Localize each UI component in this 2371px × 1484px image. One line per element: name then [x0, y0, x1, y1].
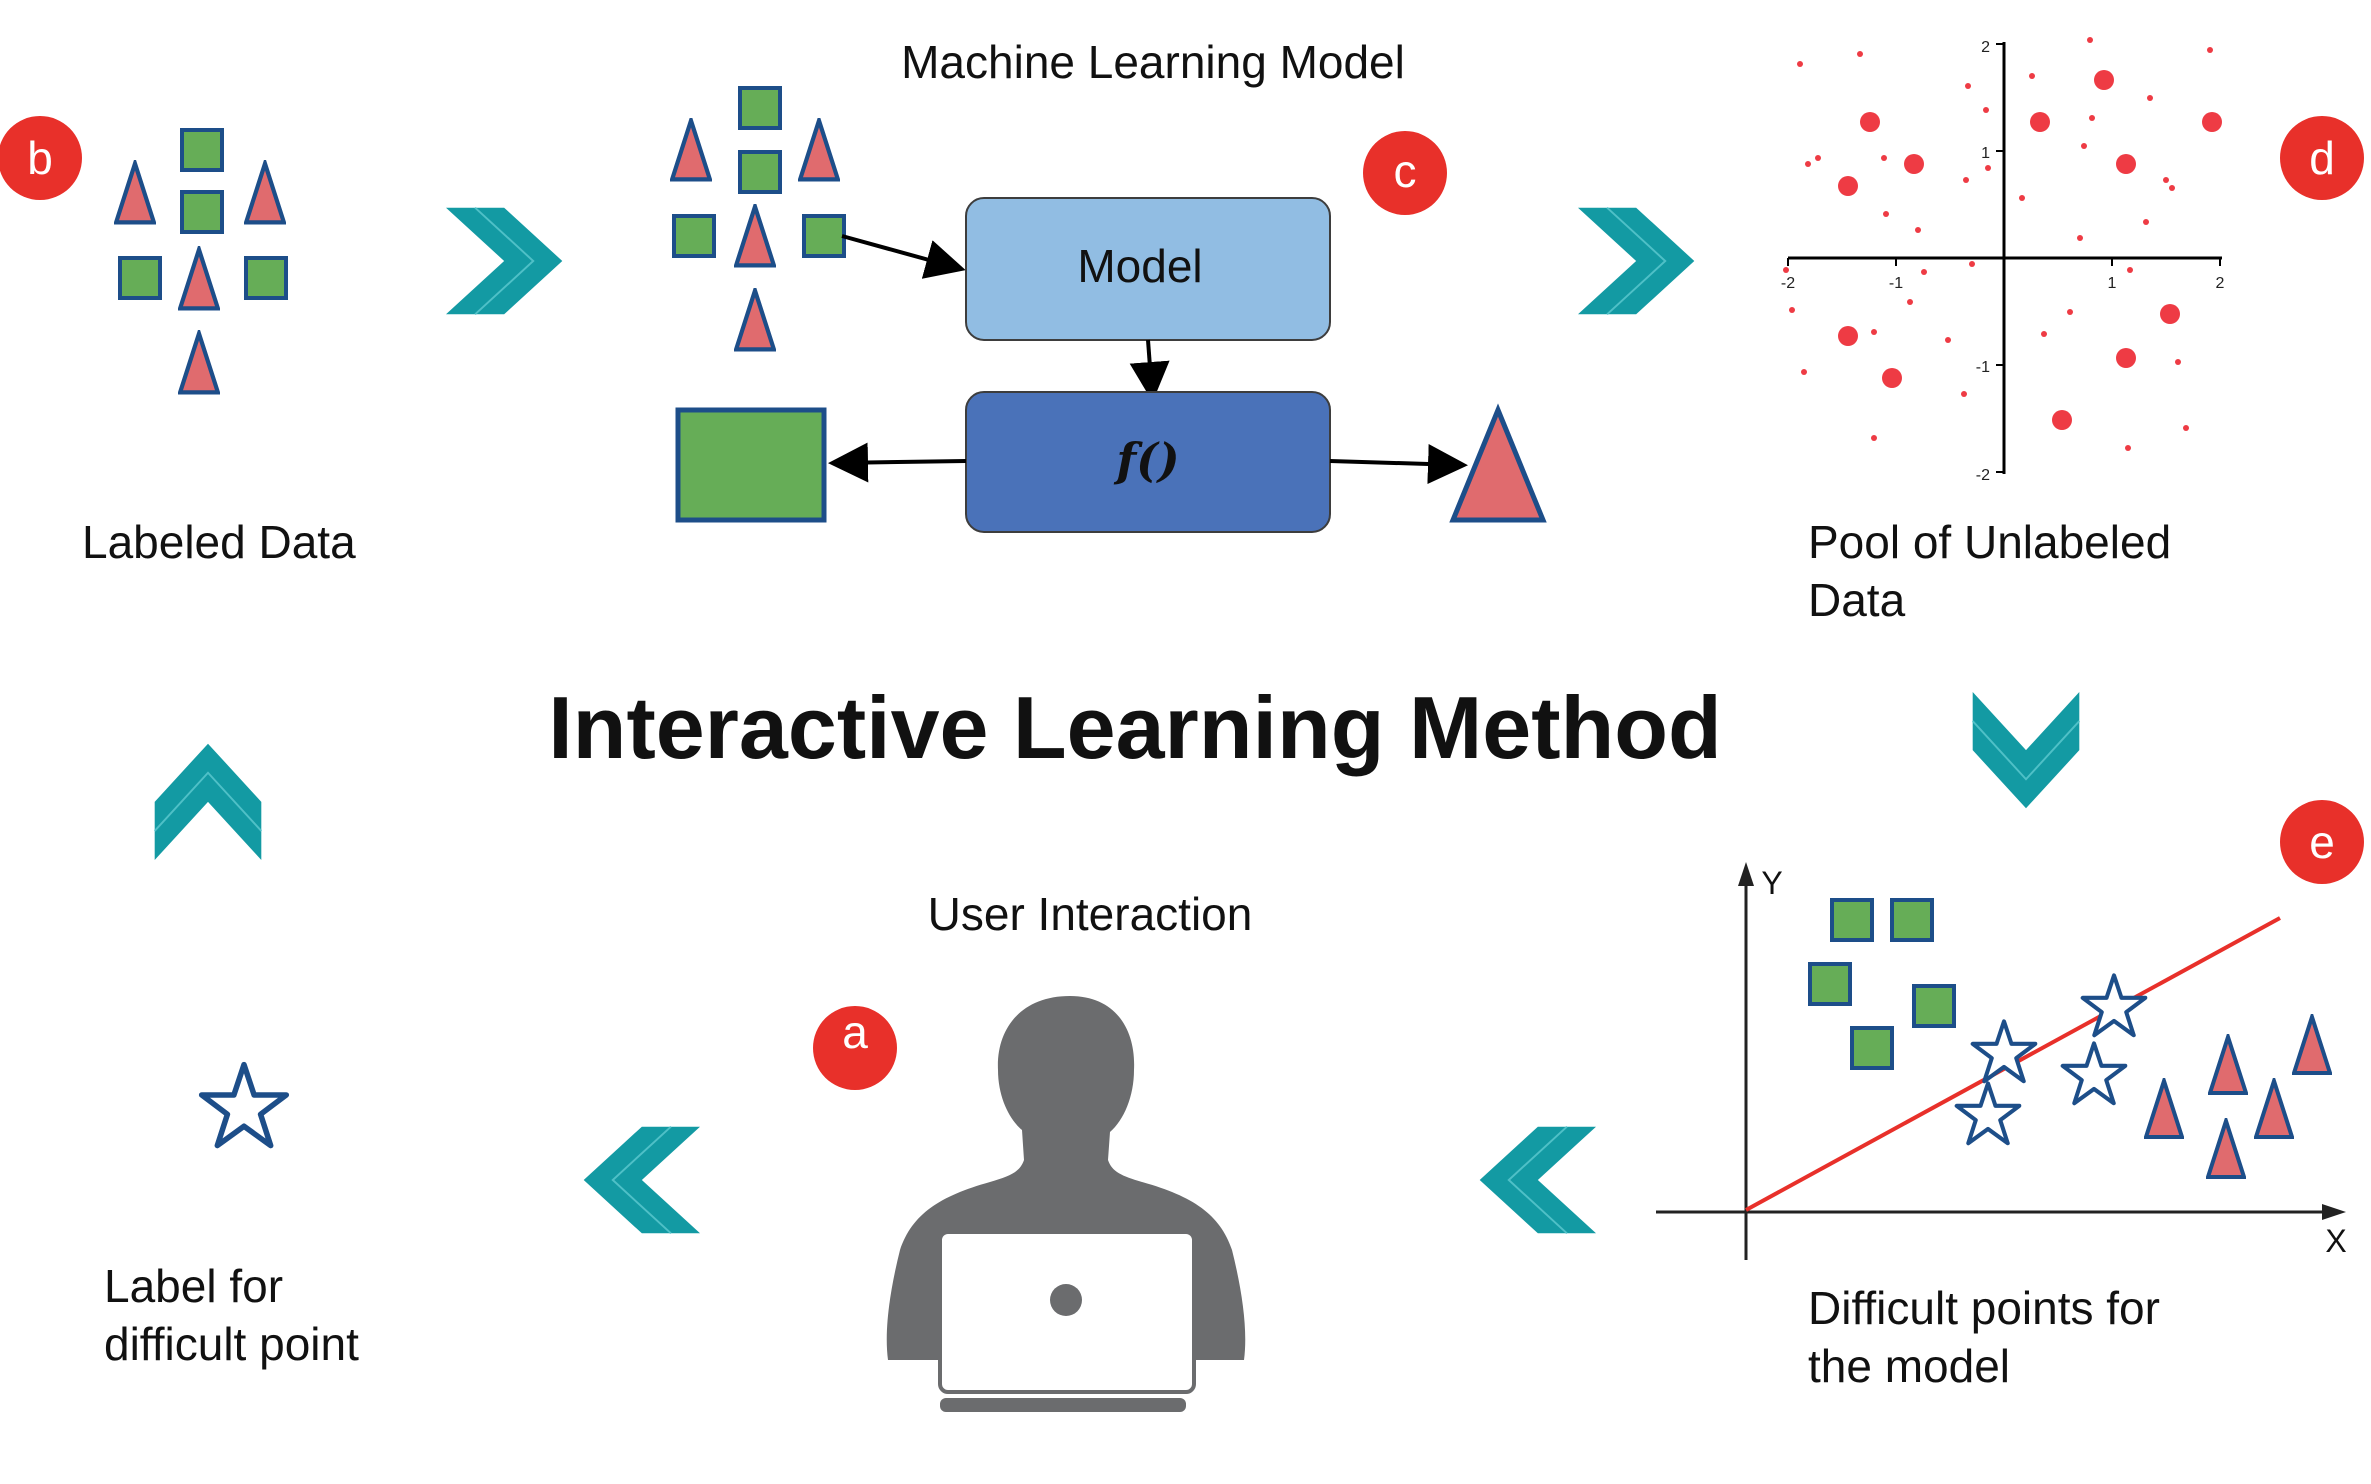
arrow-chevron-right-2 — [1578, 206, 1696, 316]
arrow-chevron-left-1 — [1478, 1125, 1596, 1235]
label-difficult-panel: Label for difficult point — [104, 1065, 359, 1370]
function-box: f() — [965, 391, 1331, 533]
class-squares — [1808, 898, 1956, 1070]
page-title: Interactive Learning Method — [548, 678, 1722, 777]
arrow-chevron-right-1 — [446, 206, 564, 316]
difficult-points-panel: e Y X Difficult points for the model — [1656, 800, 2364, 1392]
badge-e: e — [2280, 800, 2364, 884]
badge-a: a — [813, 1006, 897, 1090]
difficult-points-label-line1: Difficult points for — [1808, 1282, 2160, 1334]
svg-text:c: c — [1394, 145, 1417, 197]
label-difficult-line2: difficult point — [104, 1318, 359, 1370]
label-difficult-line1: Label for — [104, 1260, 283, 1312]
arrow-chevron-left-2 — [582, 1125, 700, 1235]
svg-text:b: b — [27, 132, 53, 184]
person-with-laptop-icon — [886, 996, 1246, 1412]
y-tick-neg1: -1 — [1976, 359, 1990, 376]
x-tick-2: 2 — [2216, 275, 2225, 292]
arrow-chevron-down — [1971, 692, 2081, 810]
class-triangles — [2146, 1017, 2330, 1177]
difficult-stars — [1957, 975, 2146, 1143]
svg-text:a: a — [842, 1006, 868, 1058]
model-panel: Machine Learning Model c Model f() — [672, 36, 1547, 533]
star-icon — [202, 1065, 287, 1146]
model-box: Model — [965, 197, 1331, 341]
labeled-data-panel: b Labeled Data — [0, 116, 356, 568]
model-heading: Machine Learning Model — [901, 36, 1405, 88]
unlabeled-pool-panel: d -2 -1 1 2 2 1 -1 -2 Pool of Unlabeled … — [1781, 37, 2364, 626]
arrow-chevron-up — [153, 742, 263, 860]
svg-text:f(): f() — [1113, 433, 1179, 487]
labeled-data-label: Labeled Data — [82, 516, 356, 568]
svg-text:Model: Model — [1077, 240, 1202, 292]
x-tick-neg2: -2 — [1781, 275, 1795, 292]
interactive-learning-diagram: Interactive Learning Method b Labeled Da… — [0, 36, 2364, 1412]
svg-text:d: d — [2309, 132, 2335, 184]
y-tick-1: 1 — [1981, 145, 1990, 162]
y-tick-2: 2 — [1981, 39, 1990, 56]
badge-d: d — [2280, 116, 2364, 200]
labeled-samples-cluster — [116, 128, 288, 392]
x-tick-neg1: -1 — [1889, 275, 1903, 292]
x-tick-1: 1 — [2108, 275, 2117, 292]
svg-text:e: e — [2309, 816, 2335, 868]
output-triangle — [1449, 403, 1547, 523]
difficult-points-label-line2: the model — [1808, 1340, 2010, 1392]
output-square — [675, 407, 827, 523]
unlabeled-pool-label-line1: Pool of Unlabeled — [1808, 516, 2171, 568]
y-tick-neg2: -2 — [1976, 467, 1990, 484]
badge-c: c — [1363, 131, 1447, 215]
unlabeled-pool-label-line2: Data — [1808, 574, 1906, 626]
x-axis-label: X — [2325, 1223, 2346, 1259]
model-input-samples — [672, 86, 846, 349]
user-interaction-panel: User Interaction a — [813, 888, 1252, 1412]
y-axis-label: Y — [1761, 865, 1782, 901]
badge-b: b — [0, 116, 82, 200]
user-interaction-heading: User Interaction — [928, 888, 1253, 940]
